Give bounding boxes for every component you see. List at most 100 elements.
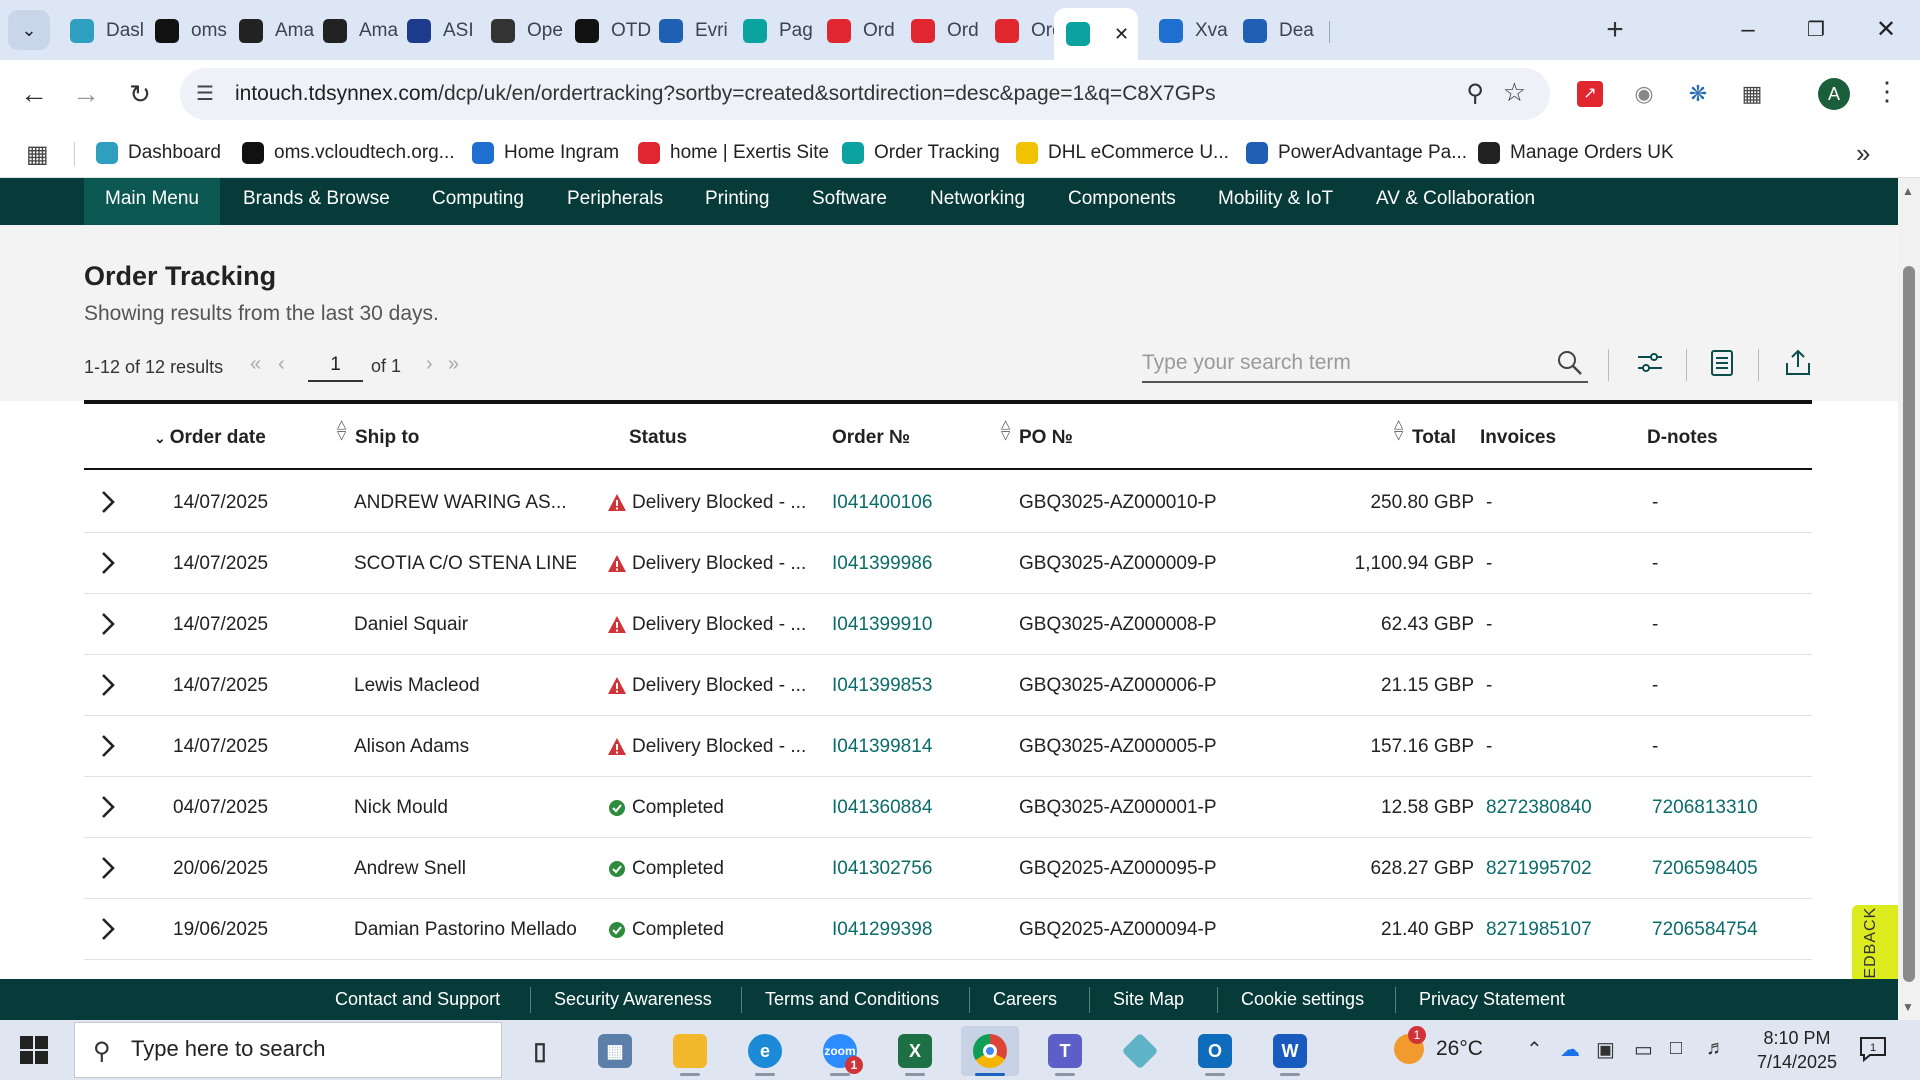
address-bar[interactable]: ☰ intouch.tdsynnex.com/dcp/uk/en/ordertr… bbox=[180, 68, 1550, 120]
last-page-icon[interactable]: » bbox=[448, 353, 459, 376]
forward-button[interactable]: → bbox=[66, 74, 106, 114]
gear-extension-icon[interactable]: ❋ bbox=[1682, 78, 1714, 110]
edge-app[interactable]: e bbox=[736, 1026, 794, 1076]
close-window-button[interactable]: ✕ bbox=[1860, 10, 1912, 50]
feedback-tab[interactable]: FEEDBACK bbox=[1852, 905, 1898, 979]
globe-extension-icon[interactable]: ◉ bbox=[1628, 78, 1660, 110]
footer-link[interactable]: Careers bbox=[993, 989, 1057, 1010]
back-button[interactable]: ← bbox=[14, 74, 54, 114]
battery-icon[interactable]: ▭ bbox=[1634, 1037, 1653, 1062]
scroll-up-icon[interactable]: ▲ bbox=[1902, 184, 1914, 198]
dnote-link[interactable]: 7206598405 bbox=[1652, 858, 1758, 880]
taskbar-search-input[interactable] bbox=[131, 1036, 481, 1062]
expand-row-chevron-icon[interactable] bbox=[96, 671, 120, 699]
restore-button[interactable]: ❐ bbox=[1790, 10, 1842, 50]
tab-search-button[interactable]: ⌄ bbox=[8, 10, 50, 50]
browser-tab[interactable]: ✕ bbox=[1054, 8, 1138, 60]
network-icon[interactable]: □ bbox=[1670, 1037, 1682, 1060]
zoom-app[interactable]: zoom 1 bbox=[811, 1026, 869, 1076]
nav-item-components[interactable]: Components bbox=[1068, 178, 1176, 225]
footer-link[interactable]: Site Map bbox=[1113, 989, 1184, 1010]
security-tray-icon[interactable]: ▣ bbox=[1596, 1037, 1615, 1062]
acrobat-extension-icon[interactable]: ↗ bbox=[1574, 78, 1606, 110]
reload-button[interactable]: ↻ bbox=[120, 74, 160, 114]
order-number-link[interactable]: I041399910 bbox=[832, 614, 932, 636]
order-number-link[interactable]: I041399853 bbox=[832, 675, 932, 697]
bookmark-item[interactable]: oms.vcloudtech.org... bbox=[242, 138, 455, 168]
filter-sliders-icon[interactable] bbox=[1634, 347, 1666, 379]
order-search-input[interactable] bbox=[1142, 345, 1588, 383]
prev-page-icon[interactable]: ‹ bbox=[278, 353, 285, 376]
bookmark-item[interactable]: PowerAdvantage Pa... bbox=[1246, 138, 1467, 168]
expand-row-chevron-icon[interactable] bbox=[96, 488, 120, 516]
total-header[interactable]: Total bbox=[1412, 427, 1456, 449]
new-tab-button[interactable]: + bbox=[1598, 14, 1632, 48]
nav-item-brands-browse[interactable]: Brands & Browse bbox=[243, 178, 390, 225]
order-number-link[interactable]: I041399814 bbox=[832, 736, 932, 758]
invoice-link[interactable]: 8272380840 bbox=[1486, 797, 1592, 819]
bookmark-item[interactable]: Home Ingram bbox=[472, 138, 619, 168]
taskbar-clock[interactable]: 8:10 PM 7/14/2025 bbox=[1742, 1026, 1852, 1074]
search-icon[interactable] bbox=[1556, 349, 1584, 377]
nav-item-main-menu[interactable]: Main Menu bbox=[84, 178, 220, 225]
scroll-down-icon[interactable]: ▼ bbox=[1902, 1000, 1914, 1014]
nav-item-mobility-iot[interactable]: Mobility & IoT bbox=[1218, 178, 1333, 225]
chrome-app[interactable] bbox=[961, 1026, 1019, 1076]
order-number-link[interactable]: I041360884 bbox=[832, 797, 932, 819]
invoice-link[interactable]: 8271985107 bbox=[1486, 919, 1592, 941]
footer-link[interactable]: Privacy Statement bbox=[1419, 989, 1565, 1010]
report-list-icon[interactable] bbox=[1706, 347, 1738, 379]
dnote-link[interactable]: 7206813310 bbox=[1652, 797, 1758, 819]
teams-app[interactable]: T bbox=[1036, 1026, 1094, 1076]
file-explorer-app[interactable] bbox=[661, 1026, 719, 1076]
export-share-icon[interactable] bbox=[1782, 347, 1814, 379]
scroll-thumb[interactable] bbox=[1903, 266, 1915, 982]
expand-row-chevron-icon[interactable] bbox=[96, 854, 120, 882]
expand-row-chevron-icon[interactable] bbox=[96, 732, 120, 760]
invoice-link[interactable]: 8271995702 bbox=[1486, 858, 1592, 880]
nav-item-av-collaboration[interactable]: AV & Collaboration bbox=[1376, 178, 1535, 225]
footer-link[interactable]: Security Awareness bbox=[554, 989, 712, 1010]
bookmark-item[interactable]: Dashboard bbox=[96, 138, 221, 168]
notification-center-icon[interactable]: 1 bbox=[1858, 1034, 1888, 1064]
first-page-icon[interactable]: « bbox=[250, 353, 261, 376]
order-number-link[interactable]: I041299398 bbox=[832, 919, 932, 941]
profile-avatar[interactable]: A bbox=[1818, 78, 1850, 110]
volume-icon[interactable]: ♬ bbox=[1706, 1037, 1726, 1060]
browser-tab[interactable]: Dea bbox=[1231, 8, 1330, 54]
sort-updown-icon[interactable]: △ ▽ bbox=[1394, 418, 1403, 441]
vpn-app[interactable] bbox=[1111, 1026, 1169, 1076]
onedrive-cloud-icon[interactable]: ☁ bbox=[1560, 1037, 1580, 1062]
bookmark-item[interactable]: DHL eCommerce U... bbox=[1016, 138, 1229, 168]
expand-row-chevron-icon[interactable] bbox=[96, 793, 120, 821]
site-info-icon[interactable]: ☰ bbox=[196, 81, 222, 107]
footer-link[interactable]: Terms and Conditions bbox=[765, 989, 939, 1010]
next-page-icon[interactable]: › bbox=[426, 353, 433, 376]
extensions-puzzle-icon[interactable]: ▦ bbox=[1736, 78, 1768, 110]
nav-item-peripherals[interactable]: Peripherals bbox=[567, 178, 663, 225]
page-scrollbar[interactable]: ▲ ▼ bbox=[1898, 178, 1920, 1020]
weather-widget[interactable]: 1 26°C bbox=[1394, 1026, 1483, 1064]
expand-row-chevron-icon[interactable] bbox=[96, 549, 120, 577]
tray-overflow-icon[interactable]: ⌃ bbox=[1526, 1037, 1543, 1062]
zoom-icon[interactable]: ⚲ bbox=[1466, 79, 1484, 108]
nav-item-networking[interactable]: Networking bbox=[930, 178, 1025, 225]
footer-link[interactable]: Cookie settings bbox=[1241, 989, 1364, 1010]
sort-order-date-header[interactable]: ⌄ Order date bbox=[154, 427, 266, 449]
order-number-link[interactable]: I041400106 bbox=[832, 492, 932, 514]
footer-link[interactable]: Contact and Support bbox=[335, 989, 500, 1010]
po-no-header[interactable]: PO № bbox=[1019, 427, 1073, 449]
close-tab-icon[interactable]: ✕ bbox=[1114, 24, 1129, 45]
sort-updown-icon[interactable]: △ ▽ bbox=[1001, 418, 1010, 441]
expand-row-chevron-icon[interactable] bbox=[96, 610, 120, 638]
nav-item-printing[interactable]: Printing bbox=[705, 178, 769, 225]
browser-menu-icon[interactable]: ⋮ bbox=[1872, 76, 1902, 107]
minimize-button[interactable]: – bbox=[1722, 10, 1774, 50]
bookmark-item[interactable]: Order Tracking bbox=[842, 138, 1000, 168]
task-view-button[interactable]: ▯ bbox=[511, 1026, 569, 1076]
order-number-link[interactable]: I041399986 bbox=[832, 553, 932, 575]
excel-app[interactable]: X bbox=[886, 1026, 944, 1076]
expand-row-chevron-icon[interactable] bbox=[96, 915, 120, 943]
bookmark-star-icon[interactable]: ☆ bbox=[1503, 77, 1526, 108]
more-bookmarks-icon[interactable]: » bbox=[1856, 138, 1870, 169]
